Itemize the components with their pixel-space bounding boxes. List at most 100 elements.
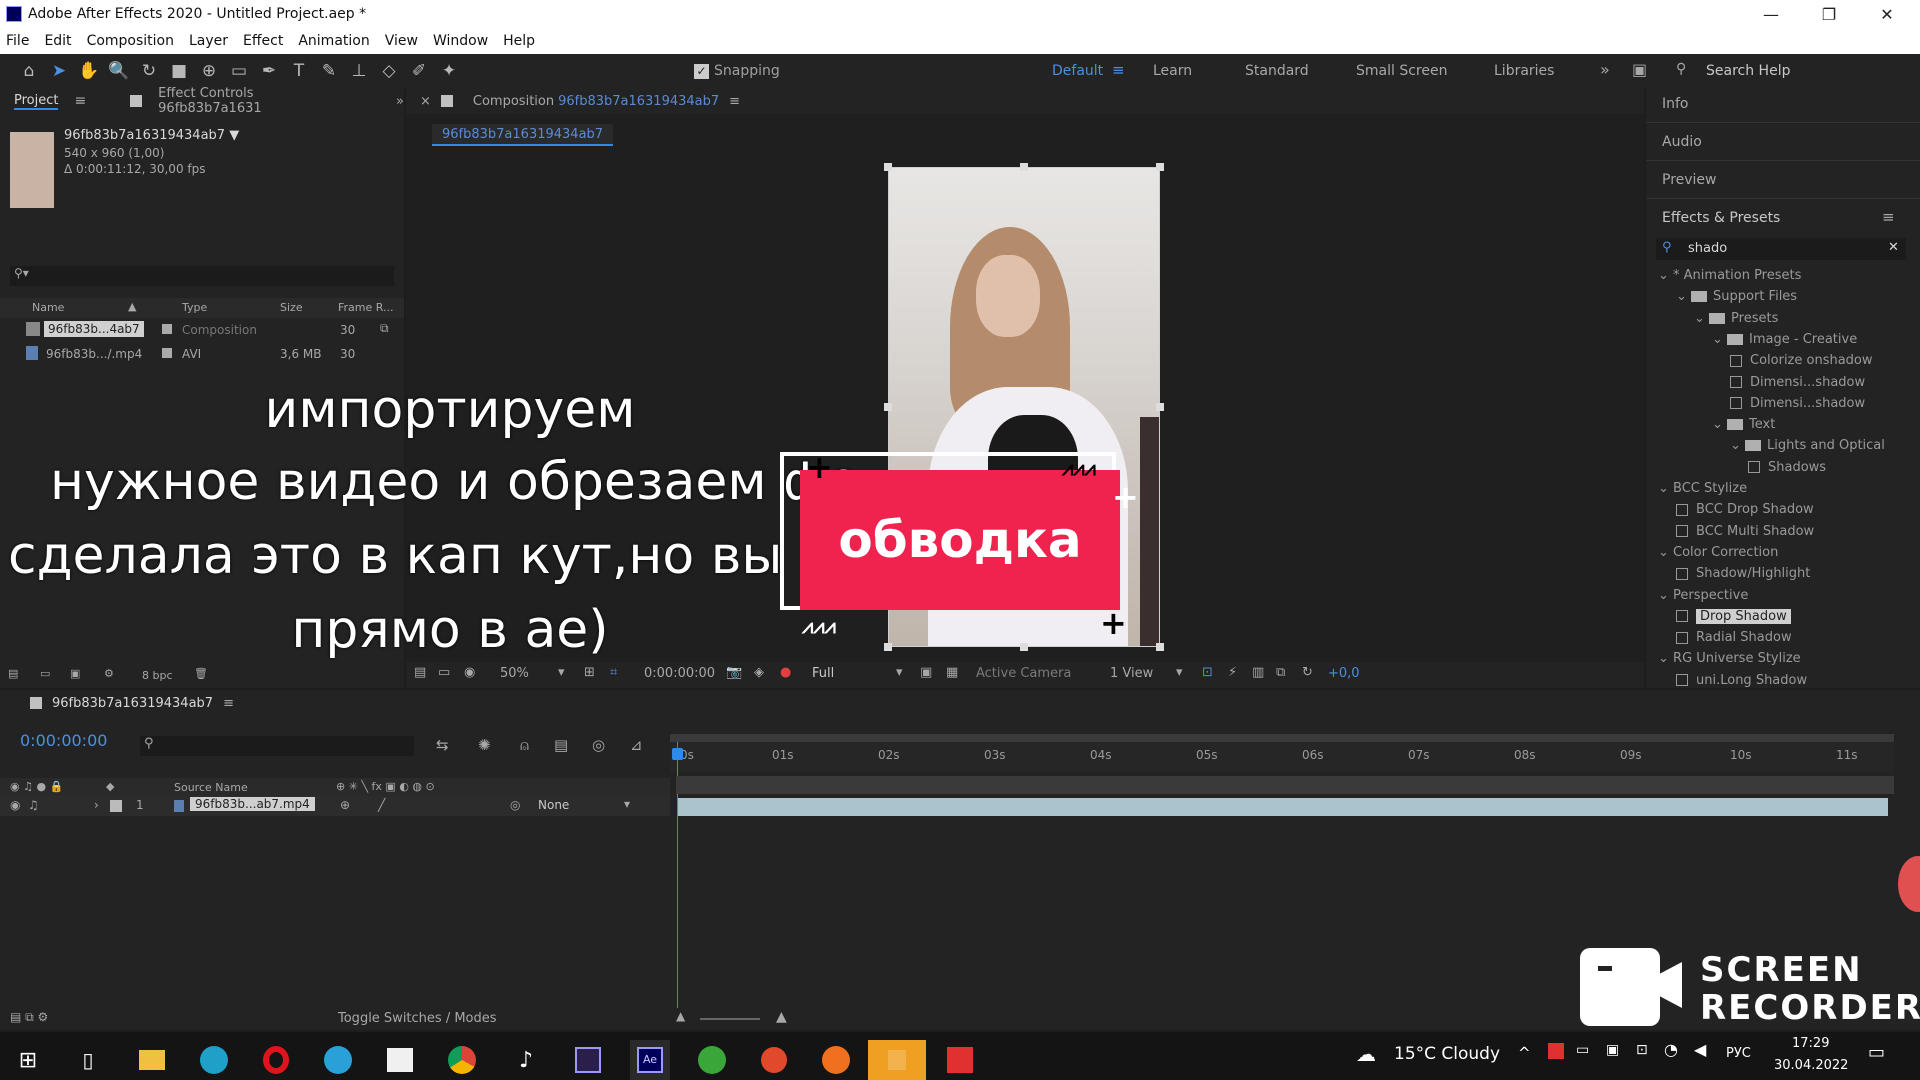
effect-category[interactable]: ⌄ * Animation Presets	[1658, 268, 1801, 283]
clock-time[interactable]: 17:29	[1792, 1036, 1829, 1051]
quality-dropdown[interactable]: Full	[812, 666, 834, 681]
layer-duration-bar[interactable]	[678, 798, 1888, 816]
expand-chevron-icon[interactable]: ⌄	[1730, 438, 1745, 453]
timeline-icon[interactable]: ▥	[1252, 665, 1264, 680]
timeline-footer-icons[interactable]: ▤ ⧉ ⚙	[10, 1010, 48, 1025]
windows-start-icon[interactable]: ⊞	[8, 1040, 48, 1080]
clear-search-icon[interactable]: ✕	[1888, 240, 1899, 255]
menu-file[interactable]: File	[6, 33, 29, 49]
project-search-input[interactable]: ⚲▾	[10, 266, 394, 286]
layer-label-color[interactable]	[110, 800, 122, 812]
search-help-input[interactable]: Search Help	[1706, 63, 1790, 79]
transform-handle[interactable]	[1020, 163, 1028, 171]
camera-dropdown[interactable]: Active Camera	[976, 666, 1071, 681]
expand-chevron-icon[interactable]: ⌄	[1658, 588, 1673, 603]
screen-recorder-taskbar-icon[interactable]	[940, 1040, 980, 1080]
notifications-icon[interactable]: ▭	[1868, 1042, 1885, 1063]
zoom-out-icon[interactable]: ▲	[676, 1009, 685, 1023]
file-explorer-icon[interactable]	[132, 1040, 172, 1080]
minimize-button[interactable]: —	[1742, 0, 1800, 28]
resolution-toggle-icon[interactable]: ▭	[438, 665, 450, 680]
draft-3d-icon[interactable]: ✺	[478, 736, 491, 754]
tray-display-icon[interactable]: ⊡	[1636, 1042, 1648, 1058]
snapshot-camera-icon[interactable]: 📷	[726, 665, 742, 680]
comp-tab-prefix[interactable]: Composition	[473, 94, 554, 109]
layer-name[interactable]: 96fb83b...ab7.mp4	[190, 797, 315, 811]
new-folder-icon[interactable]: ▭	[40, 667, 50, 680]
transform-handle[interactable]	[884, 163, 892, 171]
preset-folder[interactable]: ⌄ Lights and Optical	[1730, 438, 1885, 453]
effect-item[interactable]: uni.Long Shadow	[1676, 673, 1807, 688]
audio-panel-tab[interactable]: Audio	[1662, 134, 1702, 150]
zoom-in-icon[interactable]: ▲	[776, 1009, 787, 1025]
tiktok-icon[interactable]: ♪	[506, 1040, 546, 1080]
tray-volume-icon[interactable]: ◀	[1694, 1040, 1706, 1059]
type-tool-icon[interactable]: T	[284, 56, 314, 86]
pen-tool-icon[interactable]: ✒	[254, 56, 284, 86]
selection-tool-icon[interactable]: ➤	[44, 56, 74, 86]
transform-handle[interactable]	[1020, 643, 1028, 651]
toggle-pixel-aspect-icon[interactable]: ⊡	[1202, 665, 1213, 680]
shy-switch-icon[interactable]: ⊕	[340, 798, 350, 812]
expand-chevron-icon[interactable]: ⌄	[1658, 651, 1673, 666]
comp-mini-flowchart-icon[interactable]: ⇆	[436, 736, 449, 754]
flowchart-icon[interactable]: ⧉	[380, 321, 389, 336]
menu-animation[interactable]: Animation	[298, 33, 369, 49]
tray-recorder-icon[interactable]	[1548, 1043, 1564, 1059]
effect-item[interactable]: Radial Shadow	[1676, 630, 1792, 645]
expand-chevron-icon[interactable]: ⌄	[1658, 481, 1673, 496]
shy-layers-icon[interactable]: ⍝	[520, 736, 529, 754]
roi-toggle-icon[interactable]: ▣	[920, 665, 932, 680]
chrome-icon[interactable]	[442, 1040, 482, 1080]
effect-category[interactable]: ⌄ Perspective	[1658, 588, 1748, 603]
comp-tab-name[interactable]: 96fb83b7a16319434ab7	[558, 94, 719, 109]
transparency-grid-icon[interactable]: ▦	[946, 665, 958, 680]
maximize-button[interactable]: ❐	[1800, 0, 1858, 28]
timeline-menu-icon[interactable]: ≡	[223, 696, 234, 711]
graph-editor-icon[interactable]: ⊿	[630, 736, 643, 754]
menu-window[interactable]: Window	[433, 33, 488, 49]
workspace-learn[interactable]: Learn	[1153, 63, 1192, 79]
snapping-checkbox[interactable]: ✓	[694, 64, 709, 79]
effect-category[interactable]: ⌄ Color Correction	[1658, 545, 1778, 560]
parent-pickwhip-icon[interactable]: ◎	[510, 798, 520, 812]
opera-browser-icon[interactable]	[256, 1040, 296, 1080]
quality-switch-icon[interactable]: ╱	[378, 798, 385, 812]
workspace-libraries[interactable]: Libraries	[1494, 63, 1554, 79]
workspace-small-screen[interactable]: Small Screen	[1356, 63, 1447, 79]
clock-date[interactable]: 30.04.2022	[1774, 1058, 1848, 1073]
edge-browser-icon[interactable]	[194, 1040, 234, 1080]
source-name-header[interactable]: Source Name	[174, 781, 248, 794]
weather-text[interactable]: 15°C Cloudy	[1394, 1044, 1500, 1064]
info-panel-tab[interactable]: Info	[1662, 96, 1689, 112]
work-area-bar[interactable]	[670, 734, 1894, 742]
expand-chevron-icon[interactable]: ⌄	[1658, 545, 1673, 560]
menu-layer[interactable]: Layer	[189, 33, 228, 49]
project-settings-icon[interactable]: ⚙	[104, 667, 114, 680]
comp-subtab[interactable]: 96fb83b7a16319434ab7	[432, 124, 614, 146]
preset-folder[interactable]: ⌄ Support Files	[1676, 289, 1797, 304]
exposure-value[interactable]: +0,0	[1328, 666, 1360, 681]
workspace-standard[interactable]: Standard	[1245, 63, 1309, 79]
color-channel-icon[interactable]: ●	[780, 665, 791, 680]
mask-visibility-icon[interactable]: ◉	[464, 665, 475, 680]
time-ruler[interactable]	[670, 742, 1894, 772]
workspace-menu-icon[interactable]: ≡	[1112, 61, 1125, 79]
effect-item[interactable]: Drop Shadow	[1676, 608, 1791, 624]
playhead-handle[interactable]	[672, 748, 683, 760]
workspace-default[interactable]: Default	[1052, 63, 1103, 79]
timeline-timecode[interactable]: 0:00:00:00	[20, 731, 107, 750]
expand-chevron-icon[interactable]: ⌄	[1658, 268, 1673, 283]
menu-help[interactable]: Help	[503, 33, 535, 49]
col-type[interactable]: Type	[182, 301, 207, 314]
tray-battery-icon[interactable]: ▭	[1576, 1042, 1589, 1058]
reset-exposure-icon[interactable]: ↻	[1302, 665, 1313, 680]
col-name[interactable]: Name	[32, 301, 64, 314]
trash-icon[interactable]: 🗑	[194, 667, 208, 680]
transform-handle[interactable]	[1156, 163, 1164, 171]
current-time-display[interactable]: 0:00:00:00	[644, 666, 715, 681]
menu-composition[interactable]: Composition	[87, 33, 174, 49]
panel-toggle-icon[interactable]: ▣	[1632, 60, 1647, 79]
effect-item[interactable]: Shadows	[1748, 460, 1826, 475]
always-preview-icon[interactable]: ▤	[414, 665, 426, 680]
